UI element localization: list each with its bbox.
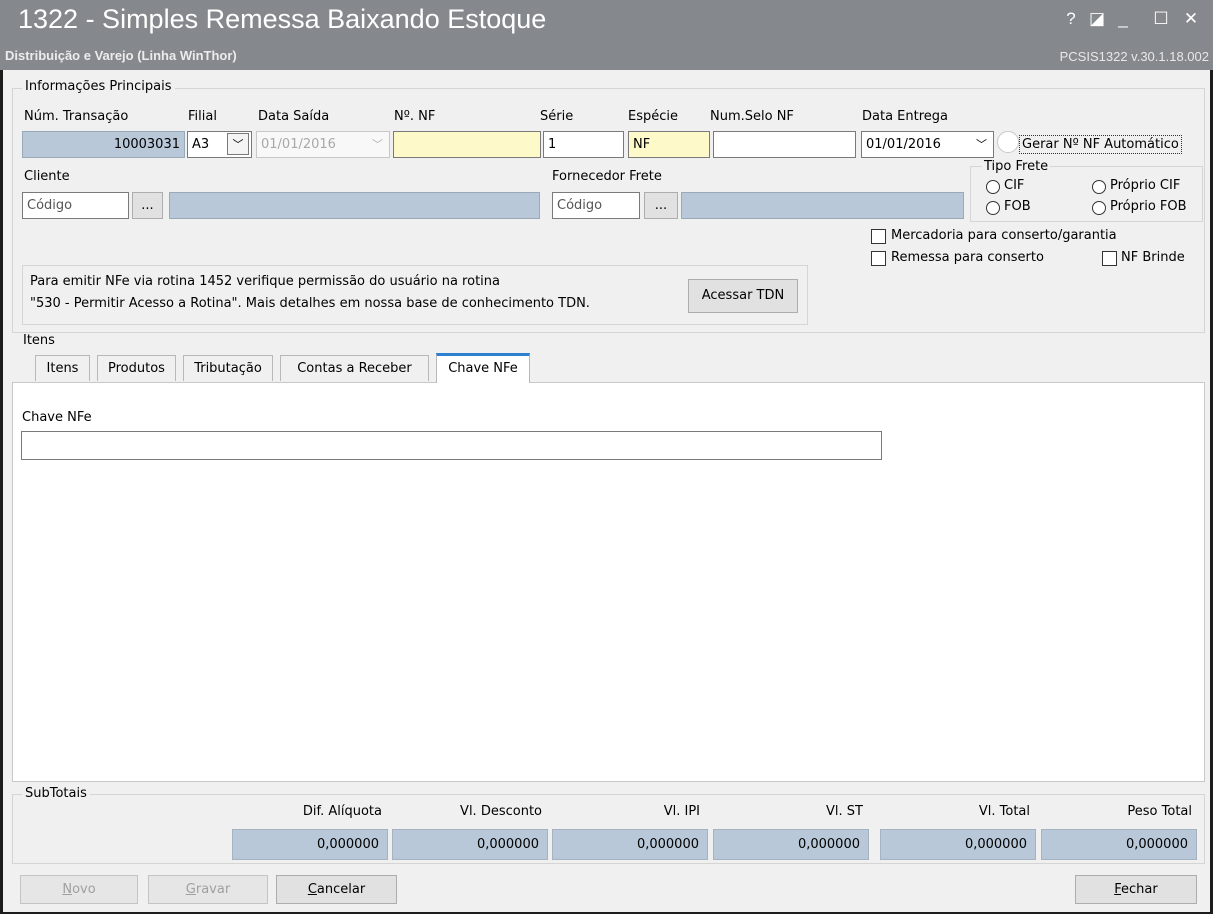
vl-st-label: Vl. ST [826, 804, 863, 819]
maximize-icon[interactable]: ☐ [1150, 8, 1172, 30]
restore-icon[interactable]: ◪ [1086, 8, 1108, 30]
vl-st-value: 0,000000 [713, 829, 869, 860]
nf-brinde-checkbox[interactable] [1102, 251, 1117, 266]
cancelar-button[interactable]: Cancelar [276, 875, 397, 904]
fornecedor-code-field[interactable]: Código [552, 192, 640, 219]
novo-label: ovo [72, 882, 96, 897]
cliente-label: Cliente [24, 169, 70, 184]
chave-nfe-label: Chave NFe [22, 410, 92, 425]
num-selo-label: Num.Selo NF [710, 109, 794, 124]
gerar-nf-label[interactable]: Gerar Nº NF Automático [1019, 135, 1182, 154]
cancelar-label: ancelar [316, 882, 366, 897]
proprio-cif-label: Próprio CIF [1110, 178, 1181, 193]
fechar-accel: F [1114, 882, 1122, 897]
novo-button: Novo [20, 875, 138, 904]
dif-aliquota-value: 0,000000 [232, 829, 388, 860]
dif-aliquota-label: Dif. Alíquota [302, 804, 382, 819]
proprio-cif-radio[interactable] [1092, 180, 1106, 194]
tab-tributacao[interactable]: Tributação [183, 355, 273, 381]
version-label: PCSIS1322 v.30.1.18.002 [1059, 49, 1209, 64]
data-entrega-value: 01/01/2016 [866, 137, 941, 152]
data-saida-value: 01/01/2016 [261, 137, 336, 152]
data-entrega-field[interactable]: 01/01/2016 ﹀ [861, 131, 994, 158]
fob-radio[interactable] [986, 201, 1000, 215]
tab-contas-a-receber[interactable]: Contas a Receber [280, 355, 429, 381]
data-entrega-label: Data Entrega [862, 109, 948, 124]
acessar-tdn-button[interactable]: Acessar TDN [688, 279, 798, 313]
chevron-down-icon: ﹀ [372, 138, 383, 151]
num-transacao-field[interactable]: 10003031 [22, 131, 185, 158]
vl-desconto-label: Vl. Desconto [460, 804, 542, 819]
title-bar: 1322 - Simples Remessa Baixando Estoque … [0, 0, 1213, 70]
remessa-checkbox[interactable] [871, 251, 886, 266]
cliente-name-field [169, 192, 540, 219]
filial-value: A3 [192, 137, 210, 152]
fornecedor-name-field [681, 192, 964, 219]
vl-total-value: 0,000000 [880, 829, 1036, 860]
tdn-notice-line2: "530 - Permitir Acesso a Rotina". Mais d… [30, 296, 590, 311]
window-title: 1322 - Simples Remessa Baixando Estoque [18, 4, 547, 34]
vl-ipi-value: 0,000000 [552, 829, 708, 860]
serie-label: Série [540, 109, 574, 124]
peso-total-label: Peso Total [1127, 804, 1192, 819]
nf-brinde-label: NF Brinde [1121, 250, 1185, 265]
chevron-down-icon[interactable]: ﹀ [976, 132, 987, 157]
tipo-frete-title: Tipo Frete [982, 159, 1051, 174]
cancelar-accel: C [307, 882, 317, 897]
fechar-button[interactable]: Fechar [1075, 875, 1197, 904]
tab-itens[interactable]: Itens [35, 355, 90, 381]
minimize-icon[interactable]: _ [1112, 8, 1134, 30]
num-selo-field[interactable] [713, 131, 856, 158]
cliente-lookup-button[interactable]: ... [132, 192, 163, 219]
serie-field[interactable]: 1 [543, 131, 624, 158]
main-info-title: Informações Principais [22, 79, 175, 94]
vl-desconto-value: 0,000000 [392, 829, 548, 860]
cliente-code-field[interactable]: Código [22, 192, 129, 219]
tdn-notice-line1: Para emitir NFe via rotina 1452 verifiqu… [30, 274, 500, 289]
especie-field[interactable]: NF [628, 131, 710, 158]
proprio-fob-label: Próprio FOB [1110, 199, 1187, 214]
chave-nfe-field[interactable] [21, 431, 882, 460]
especie-label: Espécie [628, 109, 678, 124]
items-group-title: Itens [23, 333, 55, 348]
gerar-nf-toggle[interactable] [997, 131, 1019, 153]
vl-ipi-label: Vl. IPI [663, 804, 700, 819]
proprio-fob-radio[interactable] [1092, 201, 1106, 215]
num-transacao-label: Núm. Transação [24, 109, 129, 124]
num-nf-label: Nº. NF [394, 109, 436, 124]
tab-produtos[interactable]: Produtos [97, 355, 176, 381]
fob-label: FOB [1004, 199, 1031, 214]
fornecedor-lookup-button[interactable]: ... [644, 192, 678, 219]
close-icon[interactable]: ✕ [1180, 8, 1202, 30]
peso-total-value: 0,000000 [1041, 829, 1197, 860]
help-icon[interactable]: ? [1060, 8, 1082, 30]
tab-chave-nfe[interactable]: Chave NFe [436, 353, 530, 383]
filial-label: Filial [188, 109, 217, 124]
gravar-label: ravar [195, 882, 231, 897]
fechar-label: echar [1121, 882, 1158, 897]
cif-radio[interactable] [986, 180, 1000, 194]
mercadoria-checkbox[interactable] [871, 229, 886, 244]
cif-label: CIF [1004, 178, 1025, 193]
gravar-accel: G [185, 882, 196, 897]
data-saida-field: 01/01/2016 ﹀ [256, 131, 390, 158]
chevron-down-icon[interactable]: ﹀ [227, 133, 249, 155]
vl-total-label: Vl. Total [978, 804, 1030, 819]
novo-accel: N [62, 882, 73, 897]
fornecedor-frete-label: Fornecedor Frete [552, 169, 662, 184]
subtotals-title: SubTotais [22, 786, 90, 801]
gravar-button: Gravar [148, 875, 268, 904]
remessa-label: Remessa para conserto [891, 250, 1044, 265]
window-subtitle: Distribuição e Varejo (Linha WinThor) [5, 48, 237, 63]
num-nf-field[interactable] [393, 131, 541, 158]
data-saida-label: Data Saída [258, 109, 330, 124]
mercadoria-label: Mercadoria para conserto/garantia [891, 228, 1117, 243]
